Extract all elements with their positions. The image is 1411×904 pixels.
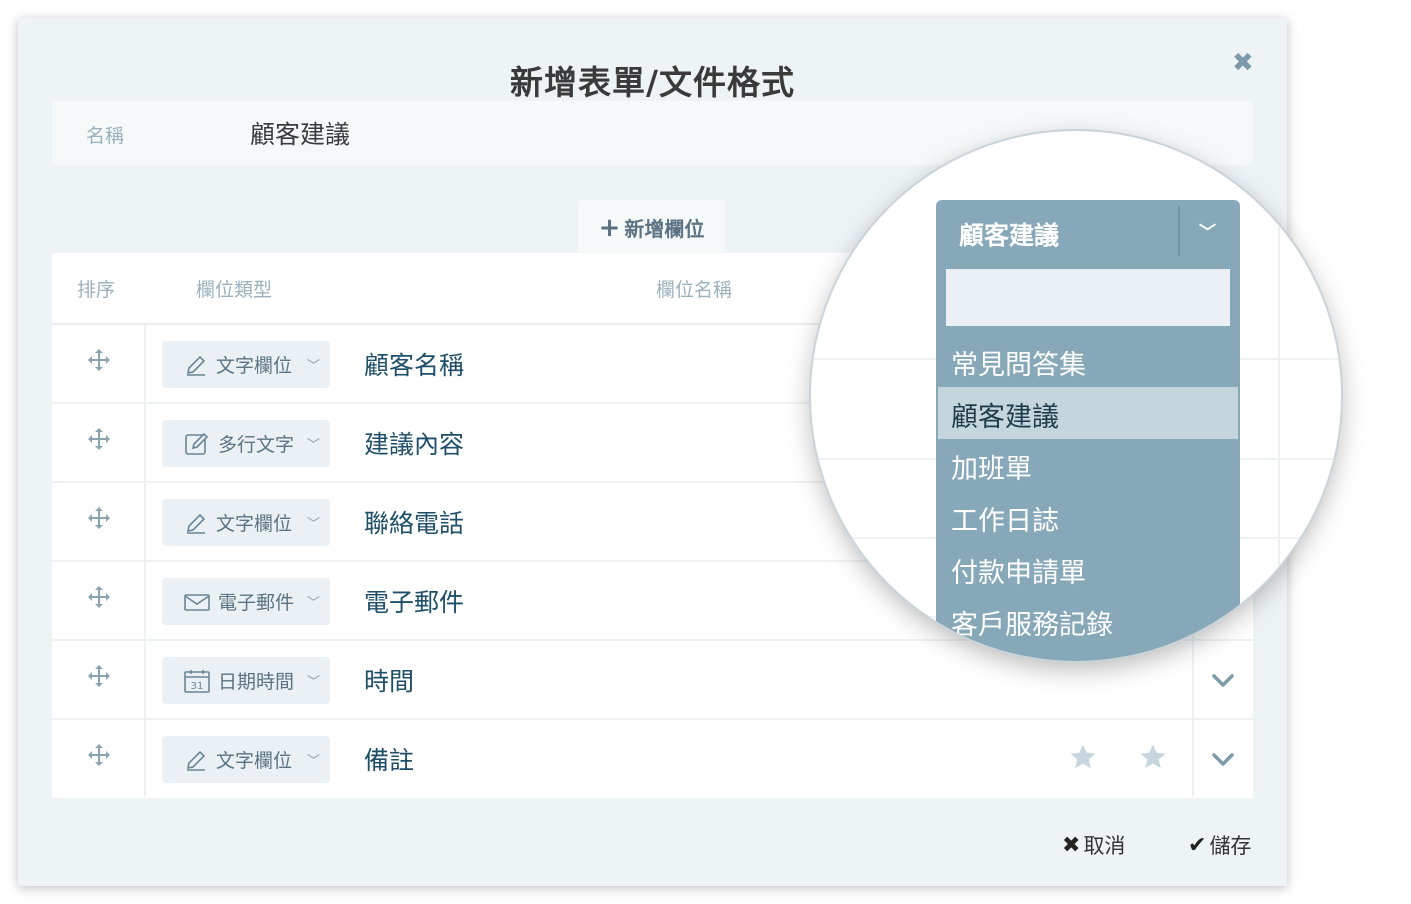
drag-handle-icon[interactable] [86, 426, 112, 452]
chevron-down-icon[interactable] [1208, 744, 1238, 774]
dropdown-option-highlighted[interactable]: 顧客建議 [938, 387, 1238, 439]
dropdown-selected-value: 顧客建議 [959, 221, 1060, 250]
star-icon[interactable] [1138, 742, 1168, 772]
field-name[interactable]: 聯絡電話 [364, 504, 464, 540]
chevron-down-icon: ﹀ [306, 596, 320, 611]
save-button[interactable]: ✔ 儲存 [1188, 830, 1251, 860]
save-label: 儲存 [1209, 834, 1252, 858]
magnified-area: 顧客建議 ﹀ 常見問答集 顧客建議 加班單 工作日誌 付款申請單 客戶服務記錄 [811, 131, 1341, 661]
calendar-day-text: 31 [191, 681, 204, 692]
check-icon: ✔ [1188, 832, 1207, 858]
chevron-down-icon: ﹀ [306, 438, 320, 453]
field-type-select[interactable]: 文字欄位 ﹀ [162, 736, 330, 783]
close-icon: ✖ [1062, 832, 1081, 858]
edit-box-icon [185, 432, 209, 455]
field-type-label: 日期時間 [218, 671, 295, 693]
dropdown-toggle[interactable]: 顧客建議 ﹀ [936, 200, 1240, 266]
cancel-label: 取消 [1083, 834, 1126, 858]
dropdown-option[interactable]: 付款申請單 [938, 543, 1238, 595]
chevron-down-icon: ﹀ [1199, 223, 1216, 243]
name-value[interactable]: 顧客建議 [250, 115, 350, 151]
close-icon[interactable]: ✖ [1232, 48, 1254, 78]
column-divider [144, 483, 146, 560]
field-name[interactable]: 顧客名稱 [364, 346, 464, 382]
dropdown-option-label: 加班單 [951, 454, 1032, 485]
dropdown-option[interactable]: 常見問答集 [938, 335, 1238, 387]
star-icon[interactable] [1068, 742, 1098, 772]
field-type-label: 電子郵件 [218, 592, 295, 614]
field-type-select[interactable]: 多行文字 ﹀ [162, 420, 330, 467]
header-field-type: 欄位類型 [196, 279, 273, 301]
add-field-button[interactable]: + 新增欄位 [578, 200, 725, 255]
column-divider [144, 641, 146, 718]
header-order: 排序 [77, 279, 116, 301]
cancel-button[interactable]: ✖ 取消 [1062, 830, 1125, 860]
column-divider [144, 325, 146, 402]
column-divider [144, 562, 146, 639]
chevron-down-icon[interactable] [1208, 665, 1238, 695]
field-type-label: 多行文字 [218, 434, 295, 456]
field-type-select[interactable]: 文字欄位 ﹀ [162, 341, 330, 388]
column-divider [144, 720, 146, 797]
magnifier-lens: 顧客建議 ﹀ 常見問答集 顧客建議 加班單 工作日誌 付款申請單 客戶服務記錄 [811, 131, 1341, 661]
drag-handle-icon[interactable] [86, 347, 112, 373]
name-label: 名稱 [86, 125, 125, 147]
drag-handle-icon[interactable] [86, 505, 112, 531]
pencil-icon [186, 355, 206, 376]
calendar-icon: 31 [184, 669, 210, 693]
chevron-down-icon: ﹀ [306, 517, 320, 532]
field-name[interactable]: 電子郵件 [364, 583, 464, 619]
dropdown-option-label: 顧客建議 [951, 402, 1059, 433]
dialog-title: 新增表單/文件格式 [509, 63, 796, 102]
chevron-down-icon: ﹀ [306, 359, 320, 374]
dropdown-option[interactable]: 工作日誌 [938, 491, 1238, 543]
field-name[interactable]: 建議內容 [364, 425, 464, 461]
dropdown-option-label: 工作日誌 [951, 506, 1059, 537]
dropdown-separator [1178, 206, 1180, 256]
form-select-dropdown: 顧客建議 ﹀ 常見問答集 顧客建議 加班單 工作日誌 付款申請單 客戶服務記錄 [936, 200, 1240, 661]
column-divider [144, 404, 146, 481]
add-field-label: 新增欄位 [624, 217, 705, 241]
header-field-name: 欄位名稱 [656, 279, 733, 301]
column-divider [1192, 720, 1194, 797]
chevron-down-icon: ﹀ [306, 675, 320, 690]
dropdown-option-label: 客戶服務記錄 [951, 610, 1113, 641]
pencil-icon [186, 513, 206, 534]
field-name[interactable]: 備註 [364, 741, 414, 777]
dropdown-option-label: 常見問答集 [951, 350, 1086, 381]
field-type-label: 文字欄位 [216, 513, 293, 535]
column-line [1278, 131, 1280, 661]
field-type-label: 文字欄位 [216, 750, 293, 772]
dropdown-search-input[interactable] [946, 269, 1230, 326]
table-row: 文字欄位 ﹀ 備註 [52, 720, 1253, 797]
pencil-icon [186, 750, 206, 771]
dropdown-option[interactable]: 客戶服務記錄 [938, 595, 1238, 647]
field-type-select[interactable]: 文字欄位 ﹀ [162, 499, 330, 546]
field-type-label: 文字欄位 [216, 355, 293, 377]
drag-handle-icon[interactable] [86, 742, 112, 768]
dropdown-option[interactable]: 加班單 [938, 439, 1238, 491]
field-type-select[interactable]: 31 日期時間 ﹀ [162, 657, 330, 704]
drag-handle-icon[interactable] [86, 663, 112, 689]
drag-handle-icon[interactable] [86, 584, 112, 610]
field-type-select[interactable]: 電子郵件 ﹀ [162, 578, 330, 625]
chevron-down-icon: ﹀ [306, 754, 320, 769]
plus-icon: + [598, 212, 621, 243]
field-name[interactable]: 時間 [364, 662, 414, 698]
envelope-icon [184, 593, 210, 611]
dropdown-option-label: 付款申請單 [951, 558, 1086, 589]
